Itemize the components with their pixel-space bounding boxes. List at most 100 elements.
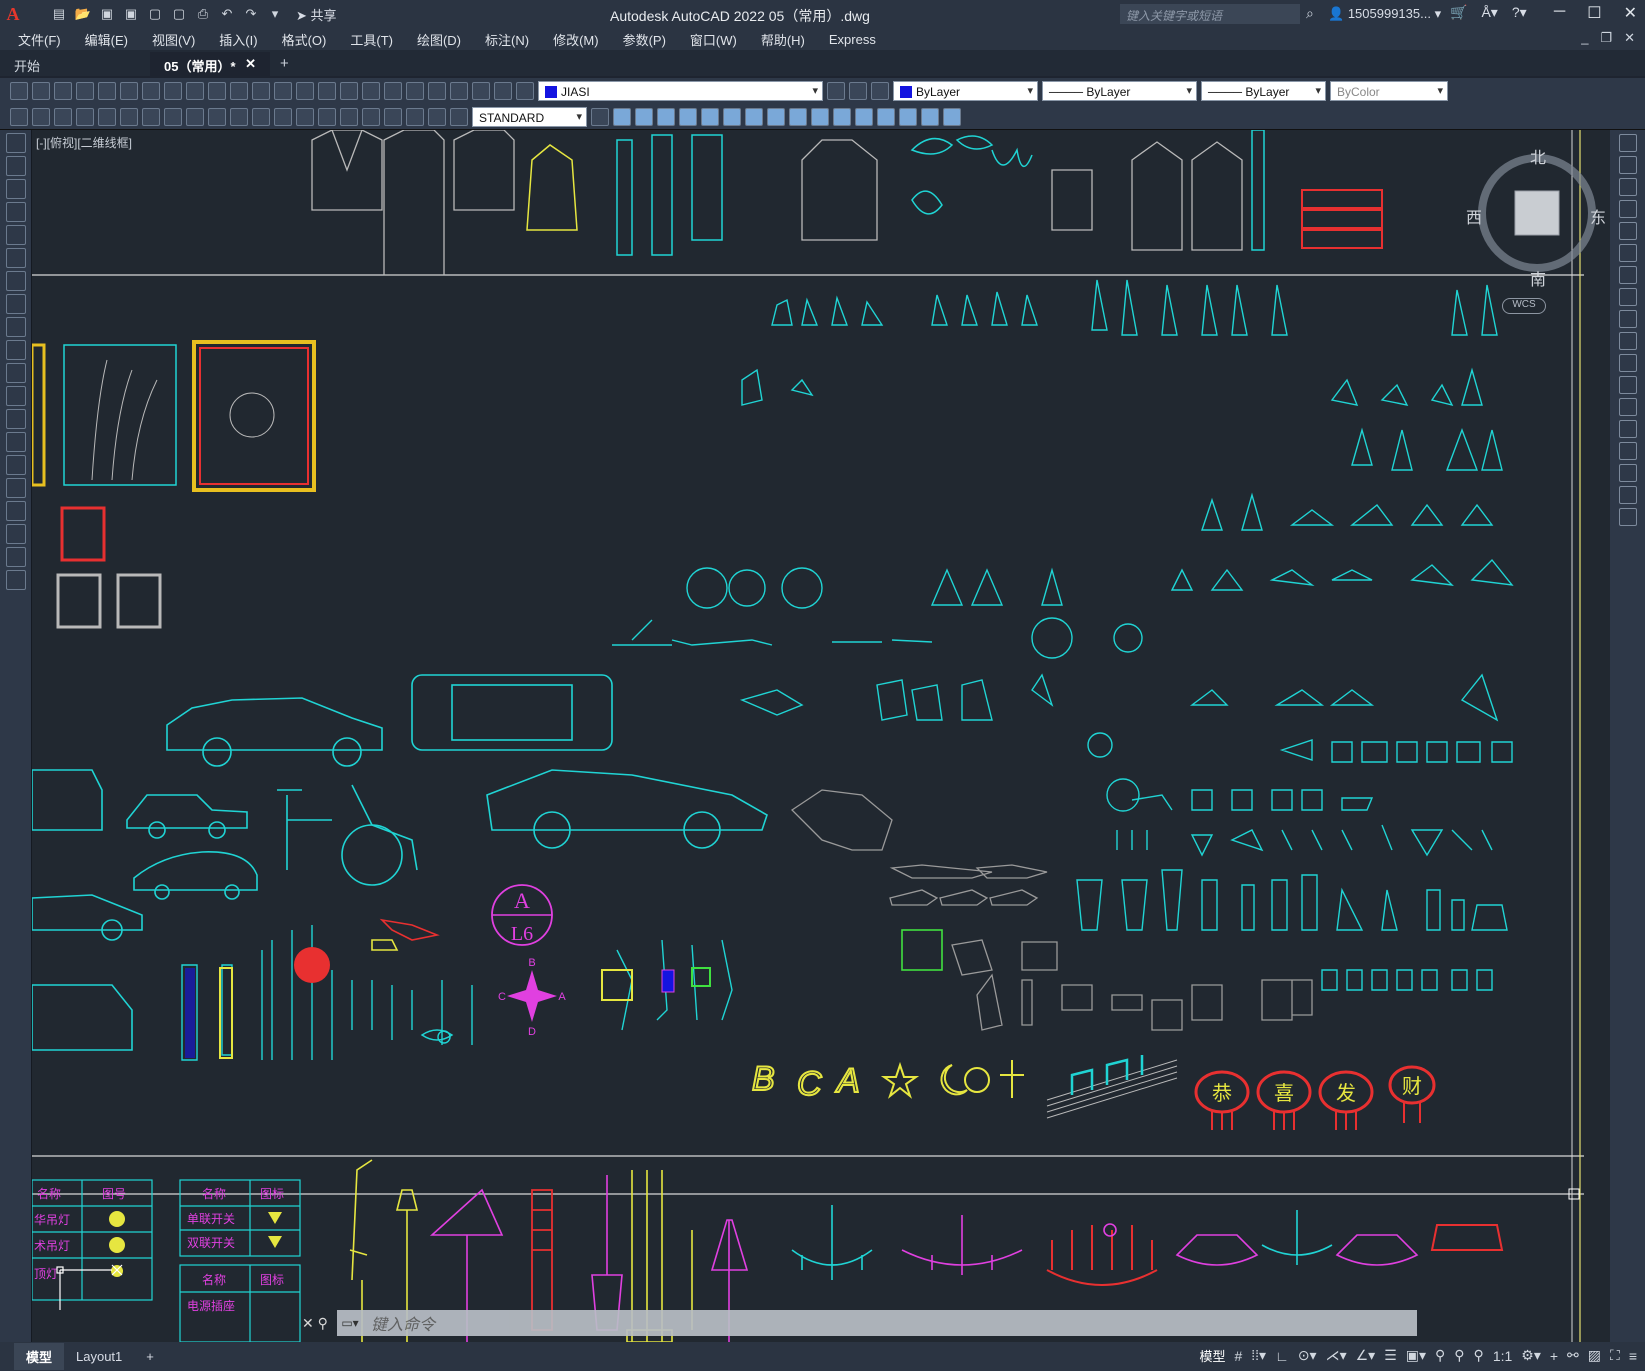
tool-r-explode[interactable] — [1619, 508, 1637, 526]
tool-chamfer[interactable] — [899, 107, 917, 126]
tool-rectangle[interactable] — [6, 225, 26, 245]
tool-offset[interactable] — [679, 107, 697, 126]
tool-spline[interactable] — [6, 317, 26, 337]
menu-view[interactable]: 视图(V) — [152, 30, 207, 49]
command-close-icon[interactable]: ✕ ⚲ — [302, 1315, 328, 1332]
tool-zoom-previous[interactable] — [340, 82, 358, 100]
tool-polyline[interactable] — [6, 179, 26, 199]
tool-plot[interactable] — [76, 82, 94, 100]
tool-matchprop[interactable] — [208, 82, 226, 100]
tool-jogged[interactable] — [142, 107, 160, 126]
menu-window[interactable]: 窗口(W) — [690, 30, 749, 49]
menu-parameters[interactable]: 参数(P) — [623, 30, 678, 49]
tool-r-trim[interactable] — [1619, 332, 1637, 350]
doc-minimize-icon[interactable]: _ — [1581, 30, 1588, 46]
tool-ellipse[interactable] — [6, 340, 26, 360]
workspace-gear-icon[interactable]: ⚙▾ — [1521, 1347, 1541, 1364]
tool-r-fillet[interactable] — [1619, 464, 1637, 482]
tool-radius[interactable] — [120, 107, 138, 126]
tool-r-break-at[interactable] — [1619, 398, 1637, 416]
grid-icon[interactable]: # — [1234, 1348, 1242, 1364]
tool-designcenter[interactable] — [384, 82, 402, 100]
tool-region[interactable] — [6, 501, 26, 521]
tool-dim-update[interactable] — [450, 107, 468, 126]
tool-erase[interactable] — [613, 107, 631, 126]
tool-publish[interactable] — [120, 82, 138, 100]
new-icon[interactable]: ▤ — [50, 5, 68, 23]
isodraft-icon[interactable]: ⋌▾ — [1326, 1347, 1347, 1364]
tool-aligned[interactable] — [54, 107, 72, 126]
tab-close-icon[interactable]: ✕ — [245, 56, 256, 72]
tool-calculator[interactable] — [472, 82, 490, 100]
command-history-icon[interactable]: ▭▾ — [337, 1316, 363, 1330]
tool-copy-obj[interactable] — [635, 107, 653, 126]
tool-join[interactable] — [877, 107, 895, 126]
tool-hatch[interactable] — [6, 455, 26, 475]
linetype-dropdown[interactable]: ──── ByLayer — [1042, 81, 1197, 101]
viewcube-east[interactable]: 东 — [1590, 204, 1606, 228]
new-tab-button[interactable]: + — [270, 51, 299, 76]
annotation-visibility-icon[interactable]: ⚲ — [1435, 1347, 1445, 1364]
help-icon[interactable]: ?▾ — [1512, 4, 1527, 21]
tool-help[interactable] — [494, 82, 512, 100]
tool-quick-dim[interactable] — [208, 107, 226, 126]
annotation-scale-icon[interactable]: ⚲ — [1474, 1347, 1484, 1364]
tool-stretch[interactable] — [789, 107, 807, 126]
tool-linear[interactable] — [32, 107, 50, 126]
tool-explode[interactable] — [943, 107, 961, 126]
tool-array[interactable] — [701, 107, 719, 126]
search-input[interactable]: 键入关键字或短语 — [1120, 4, 1300, 24]
tool-cut[interactable] — [142, 82, 160, 100]
tool-baseline[interactable] — [230, 107, 248, 126]
wcs-menu[interactable]: WCS — [1502, 298, 1546, 314]
selection-cycling-icon[interactable]: ▣▾ — [1406, 1347, 1426, 1364]
viewcube-south[interactable]: 南 — [1530, 266, 1546, 290]
tool-properties[interactable] — [362, 82, 380, 100]
dimstyle-dropdown[interactable]: STANDARD — [472, 106, 587, 127]
tool-new[interactable] — [10, 82, 28, 100]
lineweight-dropdown[interactable]: ──── ByLayer — [1201, 81, 1326, 101]
cart-icon[interactable]: 🛒 — [1450, 4, 1467, 21]
share-button[interactable]: ➤ 共享 — [296, 5, 337, 24]
viewcube-west[interactable]: 西 — [1466, 204, 1482, 228]
tool-dim-text-edit[interactable] — [428, 107, 446, 126]
tool-break[interactable] — [296, 107, 314, 126]
tool-center-mark[interactable] — [340, 107, 358, 126]
tool-polygon[interactable] — [6, 202, 26, 222]
tool-save[interactable] — [54, 82, 72, 100]
color-dropdown[interactable]: ByLayer — [893, 81, 1038, 101]
plot-icon[interactable]: ⎙ — [194, 5, 212, 23]
tab-model[interactable]: 模型 — [14, 1343, 65, 1370]
tool-mtext[interactable] — [6, 547, 26, 567]
tool-r-rotate[interactable] — [1619, 266, 1637, 284]
tool-point[interactable] — [6, 432, 26, 452]
tool-preview[interactable] — [98, 82, 116, 100]
lineweight-icon[interactable]: ☰ — [1384, 1347, 1397, 1364]
tool-layer-state[interactable] — [871, 82, 889, 100]
annotation-scale-value[interactable]: 1:1 — [1493, 1348, 1512, 1364]
tab-start[interactable]: 开始 — [0, 52, 150, 76]
tool-r-chamfer[interactable] — [1619, 442, 1637, 460]
menu-insert[interactable]: 插入(I) — [219, 30, 269, 49]
tool-r-offset[interactable] — [1619, 200, 1637, 218]
tool-markup[interactable] — [450, 82, 468, 100]
polar-icon[interactable]: ⊙▾ — [1298, 1347, 1317, 1364]
osnap-icon[interactable]: ∠▾ — [1356, 1347, 1376, 1364]
tool-zoom-window[interactable] — [318, 82, 336, 100]
open-from-web-icon[interactable]: ▢ — [146, 5, 164, 23]
autodesk-icon[interactable]: Å▾ — [1481, 4, 1497, 21]
tool-fillet[interactable] — [921, 107, 939, 126]
tool-move[interactable] — [723, 107, 741, 126]
tool-inspect[interactable] — [362, 107, 380, 126]
tool-sheetset[interactable] — [428, 82, 446, 100]
viewcube-north[interactable]: 北 — [1530, 144, 1546, 168]
tool-r-scale[interactable] — [1619, 288, 1637, 306]
tool-break-obj[interactable] — [855, 107, 873, 126]
viewcube-top[interactable] — [1514, 190, 1560, 236]
tool-trim[interactable] — [811, 107, 829, 126]
tool-extend[interactable] — [833, 107, 851, 126]
undo-icon[interactable]: ↶ — [218, 5, 236, 23]
menu-help[interactable]: 帮助(H) — [761, 30, 817, 49]
menu-draw[interactable]: 绘图(D) — [417, 30, 473, 49]
tool-r-break[interactable] — [1619, 376, 1637, 394]
